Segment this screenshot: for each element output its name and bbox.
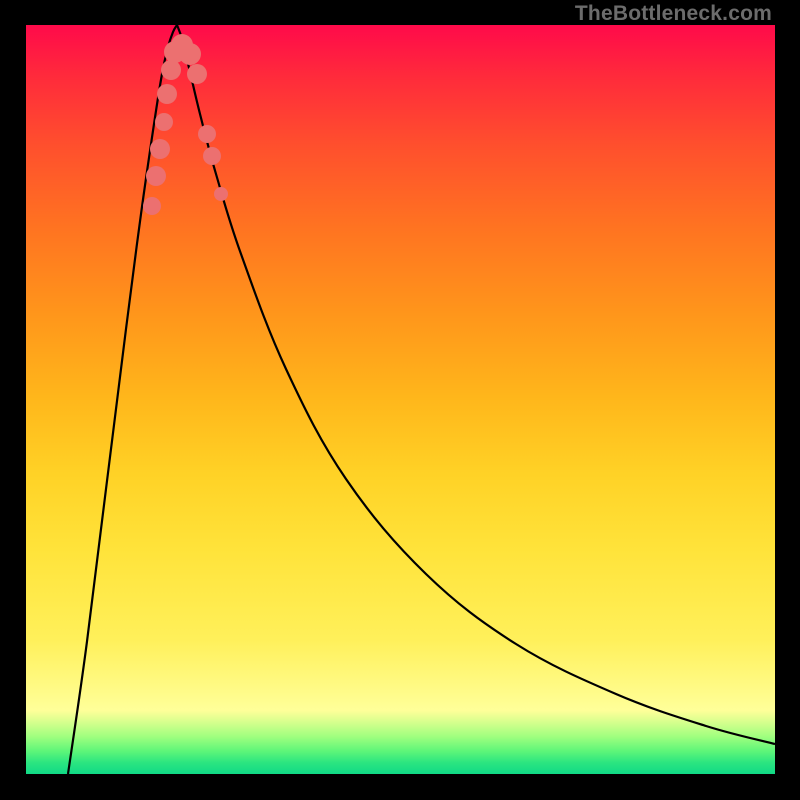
marker-dot: [143, 197, 161, 215]
marker-dot: [155, 113, 173, 131]
marker-dot: [179, 43, 201, 65]
right-branch-curve: [177, 25, 775, 744]
marker-group: [143, 34, 228, 215]
curve-svg: [26, 25, 775, 774]
left-branch-curve: [68, 25, 177, 774]
marker-dot: [198, 125, 216, 143]
chart-container: TheBottleneck.com: [0, 0, 800, 800]
marker-dot: [150, 139, 170, 159]
marker-dot: [203, 147, 221, 165]
marker-dot: [214, 187, 228, 201]
attribution-text: TheBottleneck.com: [575, 2, 772, 26]
marker-dot: [161, 60, 181, 80]
marker-dot: [187, 64, 207, 84]
marker-dot: [146, 166, 166, 186]
plot-area: [26, 25, 775, 774]
marker-dot: [157, 84, 177, 104]
